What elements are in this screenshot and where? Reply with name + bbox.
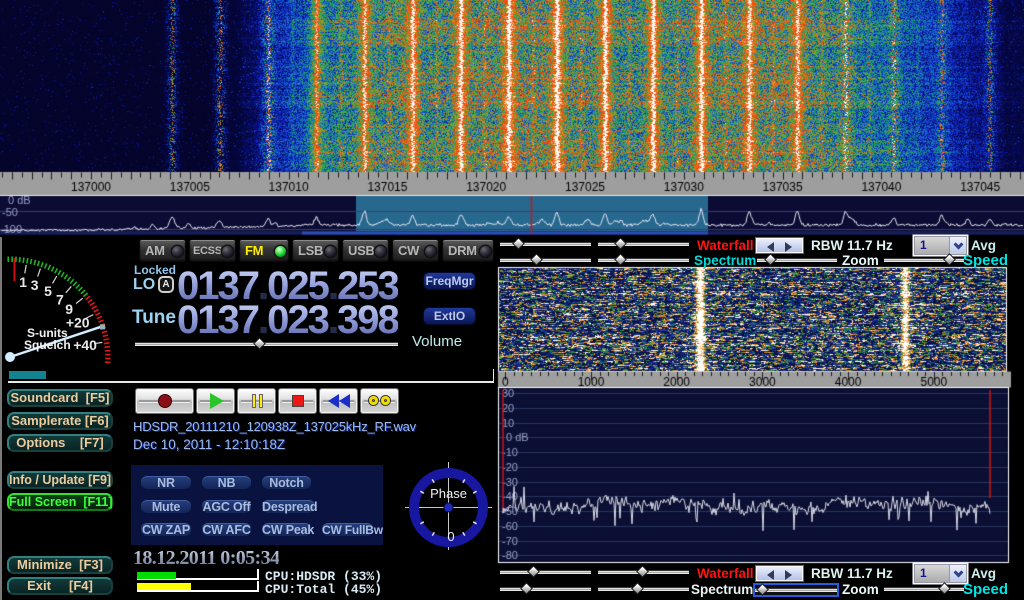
svg-text:+40: +40 — [73, 337, 97, 353]
svg-text:7: 7 — [56, 292, 64, 308]
svg-text:Phase: Phase — [430, 486, 467, 501]
svg-text:+20: +20 — [66, 315, 90, 331]
svg-text:1: 1 — [19, 274, 27, 290]
svg-text:0: 0 — [447, 529, 454, 544]
svg-text:3: 3 — [31, 277, 39, 293]
svg-text:Squelch: Squelch — [24, 338, 71, 352]
svg-text:5: 5 — [44, 283, 52, 299]
